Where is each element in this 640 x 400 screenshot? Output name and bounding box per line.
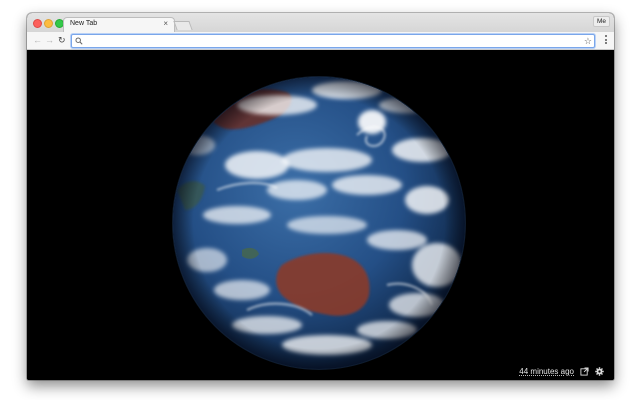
browser-window: New Tab × Me ← → ↻ ☆ 44 minutes ago [27, 13, 614, 380]
close-window-button[interactable] [33, 19, 42, 28]
search-icon [75, 37, 83, 45]
menu-dots-icon[interactable] [605, 35, 607, 46]
tab-close-icon[interactable]: × [163, 19, 168, 28]
profile-button[interactable]: Me [592, 16, 610, 27]
footer-controls: 44 minutes ago [519, 367, 604, 376]
tab-title: New Tab [70, 20, 98, 27]
title-bar: New Tab × Me [27, 13, 614, 33]
minimize-window-button[interactable] [44, 19, 53, 28]
address-input[interactable] [86, 35, 576, 47]
toolbar: ← → ↻ ☆ [27, 32, 614, 50]
back-arrow-icon[interactable]: ← [33, 34, 42, 46]
gear-icon[interactable] [595, 367, 604, 376]
reload-icon[interactable]: ↻ [58, 34, 66, 46]
new-tab-page: 44 minutes ago [27, 50, 614, 380]
address-bar[interactable]: ☆ [71, 34, 595, 48]
new-tab-button[interactable] [173, 21, 193, 30]
last-updated-timestamp[interactable]: 44 minutes ago [519, 367, 574, 376]
earth-image [172, 76, 466, 370]
tab-new-tab[interactable]: New Tab × [63, 17, 175, 33]
bookmark-star-icon[interactable]: ☆ [584, 35, 592, 47]
forward-arrow-icon[interactable]: → [45, 34, 54, 46]
open-external-icon[interactable] [580, 367, 589, 376]
